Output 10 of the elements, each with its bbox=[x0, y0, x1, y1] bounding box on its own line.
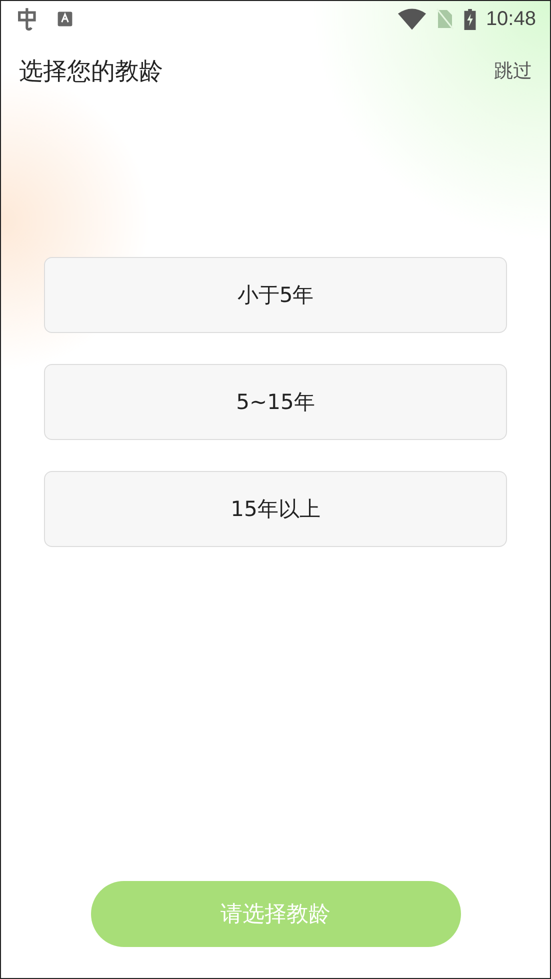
status-time: 10:48 bbox=[486, 8, 536, 30]
skip-button[interactable]: 跳过 bbox=[494, 58, 532, 84]
battery-charging-icon bbox=[464, 8, 476, 30]
option-button[interactable]: 5~15年 bbox=[44, 364, 507, 440]
keyboard-notification-icon bbox=[57, 11, 73, 27]
option-button[interactable]: 15年以上 bbox=[44, 471, 507, 547]
no-sim-icon bbox=[436, 8, 454, 30]
page-title: 选择您的教龄 bbox=[19, 56, 163, 87]
option-button[interactable]: 小于5年 bbox=[44, 257, 507, 333]
wifi-icon bbox=[398, 8, 426, 30]
